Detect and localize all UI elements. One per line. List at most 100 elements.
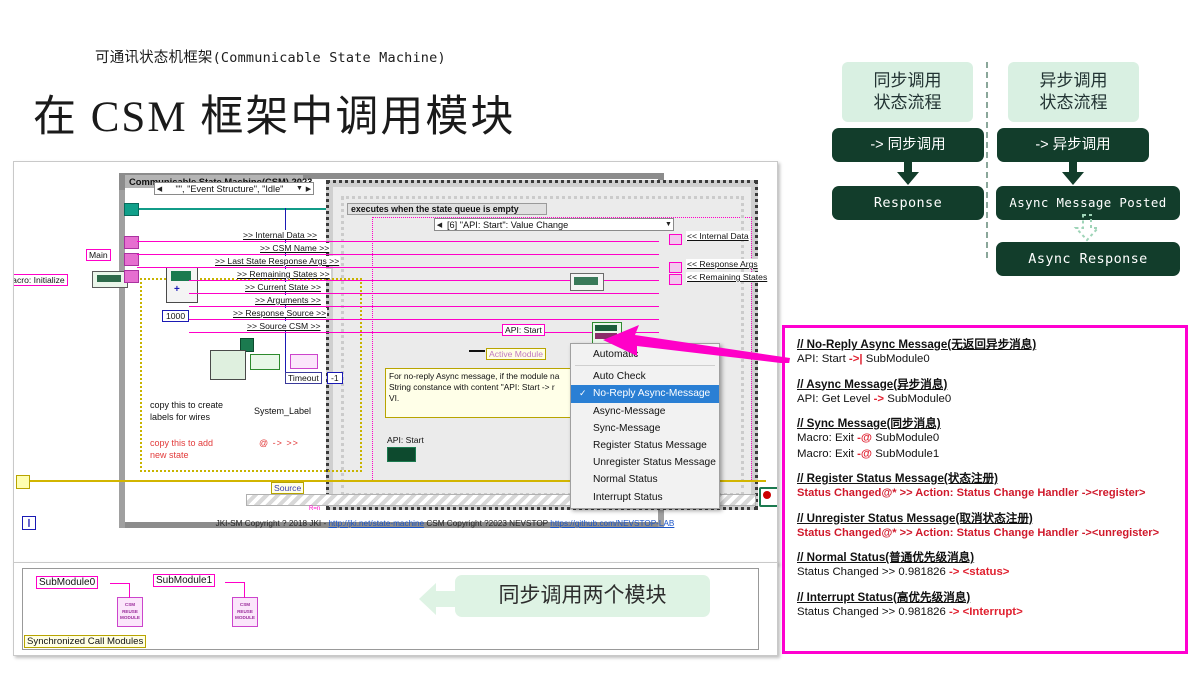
right-terminal-response-args bbox=[669, 262, 682, 273]
concat-node-icon bbox=[250, 354, 280, 370]
legend-line: API: Get Level -> SubModule0 bbox=[797, 392, 952, 405]
menu-item-interrupt-status[interactable]: Interrupt Status bbox=[571, 489, 719, 506]
submodule0-wire-v bbox=[129, 583, 130, 598]
wire-label-out-internal-data: << Internal Data bbox=[686, 231, 750, 241]
api-start-note-label: API: Start bbox=[387, 435, 424, 445]
menu-item-sync-message[interactable]: Sync-Message bbox=[571, 420, 719, 437]
next-case-arrow-icon[interactable]: ▶ bbox=[304, 185, 313, 193]
menu-item-auto-check[interactable]: Auto Check bbox=[571, 368, 719, 385]
bundle-node-glyph-top bbox=[171, 271, 191, 281]
source-label: Source bbox=[271, 482, 305, 494]
api-start-string-constant-icon bbox=[387, 447, 416, 462]
sync-flow-header-line2: 状态流程 bbox=[873, 93, 942, 112]
format-node-icon bbox=[210, 350, 246, 380]
event-structure-selector[interactable]: ◀ "", "Event Structure", "Idle" ▼ ▶ bbox=[154, 182, 314, 195]
legend-group: // Sync Message(同步消息) Macro: Exit -@ Sub… bbox=[797, 416, 1175, 462]
copyright-link-nevstop[interactable]: https://github.com/NEVSTOP-LAB bbox=[550, 519, 674, 528]
wire-label-out-remaining-states: << Remaining States bbox=[686, 272, 769, 282]
event-structure-selector-value: "", "Event Structure", "Idle" bbox=[175, 183, 284, 194]
menu-item-register-status-message[interactable]: Register Status Message bbox=[571, 437, 719, 454]
legend-line: Macro: Exit -@ SubModule1 bbox=[797, 447, 940, 460]
copyright-pre: JKI-SM Copyright ? 2018 JKI - bbox=[215, 519, 329, 528]
legend-header: // Unregister Status Message(取消状态注册) bbox=[797, 511, 1033, 525]
legend-group: // Unregister Status Message(取消状态注册) Sta… bbox=[797, 511, 1175, 542]
wire-label-response-source: >> Response Source >> bbox=[232, 308, 328, 318]
slide-subtitle-en: (Communicable State Machine) bbox=[212, 50, 446, 66]
sync-arrow-down-icon bbox=[893, 158, 923, 186]
legend-line: Status Changed@* >> Action: Status Chang… bbox=[797, 526, 1160, 539]
submodule1-label: SubModule1 bbox=[153, 574, 216, 587]
menu-item-no-reply-async-message[interactable]: ✓ No-Reply Async-Message bbox=[571, 385, 719, 403]
legend-header: // Sync Message(同步消息) bbox=[797, 417, 941, 430]
submodule1-wire-v bbox=[244, 582, 245, 598]
check-icon: ✓ bbox=[579, 388, 587, 399]
wire-h-8 bbox=[189, 332, 659, 333]
timeout-value: -1 bbox=[327, 372, 343, 384]
right-terminal-internal-data bbox=[669, 234, 682, 245]
spacer4 bbox=[674, 274, 675, 275]
wire-h-7 bbox=[189, 319, 659, 320]
message-syntax-legend: // No-Reply Async Message(无返回异步消息) API: … bbox=[782, 325, 1188, 654]
wire-label-last-state-response-args: >> Last State Response Args >> bbox=[214, 256, 341, 266]
page-title: 在 CSM 框架中调用模块 bbox=[33, 94, 516, 141]
submodule0-wire-h bbox=[110, 583, 130, 584]
submodule0-label: SubModule0 bbox=[36, 576, 99, 589]
menu-item-normal-status[interactable]: Normal Status bbox=[571, 471, 719, 488]
sync-modules-frame-label: Synchronized Call Modules bbox=[24, 635, 147, 648]
comment-box-no-reply: For no-reply Async message, if the modul… bbox=[385, 368, 600, 418]
slide-subtitle: 可通讯状态机框架(Communicable State Machine) bbox=[95, 46, 446, 67]
wire-label-remaining-states: >> Remaining States >> bbox=[236, 269, 331, 279]
legend-line: Status Changed@* >> Action: Status Chang… bbox=[797, 487, 1146, 499]
sync-flow-header: 同步调用 状态流程 bbox=[842, 62, 973, 122]
bottom-left-marker-icon: ❙ bbox=[22, 516, 36, 530]
async-flow-header-line1: 异步调用 bbox=[1039, 71, 1108, 90]
wire-h-5 bbox=[189, 293, 659, 294]
slide-subtitle-cn: 可通讯状态机框架 bbox=[95, 50, 213, 66]
legend-header: // Async Message(异步消息) bbox=[797, 377, 948, 391]
label-macro-initialize: Macro: Initialize bbox=[14, 274, 68, 286]
legend-group: // Async Message(异步消息) API: Get Level ->… bbox=[797, 377, 1175, 408]
spacer5 bbox=[678, 272, 679, 273]
prev-case-arrow-icon[interactable]: ◀ bbox=[155, 185, 164, 193]
note-system-label: System_Label bbox=[254, 406, 312, 416]
active-module-label: Active Module bbox=[486, 348, 546, 360]
left-terminal-3 bbox=[124, 270, 139, 283]
note-copy-labels: copy this to create labels for wires bbox=[150, 400, 224, 422]
legend-header: // No-Reply Async Message(无返回异步消息) bbox=[797, 338, 1037, 351]
async-flow-header: 异步调用 状态流程 bbox=[1008, 62, 1139, 122]
legend-line: Status Changed >> 0.981826 -> <Interrupt… bbox=[797, 605, 1023, 618]
legend-group: // Register Status Message(状态注册) Status … bbox=[797, 471, 1175, 502]
wire-h-3 bbox=[137, 267, 659, 268]
case-dropdown-arrow-icon[interactable]: ▼ bbox=[295, 185, 304, 192]
menu-item-async-message[interactable]: Async-Message bbox=[571, 403, 719, 420]
legend-header: // Register Status Message(状态注册) bbox=[797, 472, 999, 485]
wire-label-current-state: >> Current State >> bbox=[244, 282, 322, 292]
wire-label-arguments: >> Arguments >> bbox=[254, 295, 322, 305]
teal-terminal-icon bbox=[124, 203, 139, 216]
string-indicator-icon bbox=[290, 354, 318, 369]
wire-label-csm-name: >> CSM Name >> bbox=[259, 243, 331, 253]
legend-line: API: Start ->| SubModule0 bbox=[797, 353, 930, 365]
legend-group: // No-Reply Async Message(无返回异步消息) API: … bbox=[797, 337, 1175, 368]
copyright-link-jki[interactable]: http://jki.net/state-machine bbox=[328, 519, 424, 528]
sync-callout-text: 同步调用两个模块 bbox=[455, 575, 710, 617]
sync-callout-arrow-icon bbox=[418, 582, 460, 621]
submodule1-wire-h bbox=[225, 582, 245, 583]
legend-group: // Interrupt Status(高优先级消息) Status Chang… bbox=[797, 590, 1175, 621]
legend-group: // Normal Status(普通优先级消息) Status Changed… bbox=[797, 550, 1175, 581]
stop-node-glyph bbox=[763, 491, 771, 499]
legend-header: // Interrupt Status(高优先级消息) bbox=[797, 590, 971, 604]
yellow-left-terminal-icon bbox=[16, 475, 30, 489]
async-arrow-dashed-icon bbox=[1072, 214, 1102, 242]
api-start-label: API: Start bbox=[502, 324, 545, 336]
async-arrow-down-icon bbox=[1058, 158, 1088, 186]
wire-label-out-response-args: << Response Args bbox=[686, 259, 759, 269]
sync-step-response: Response bbox=[832, 186, 984, 220]
legend-line: Status Changed >> 0.981826 -> <status> bbox=[797, 566, 1010, 578]
right-terminal-remaining-states bbox=[669, 274, 682, 285]
submodule1-reuse-module-icon: CSM REUSE MODULE bbox=[232, 597, 258, 627]
sync-step-call: -> 同步调用 bbox=[832, 128, 984, 162]
menu-item-unregister-status-message[interactable]: Unregister Status Message bbox=[571, 454, 719, 471]
async-step-response: Async Response bbox=[996, 242, 1180, 276]
